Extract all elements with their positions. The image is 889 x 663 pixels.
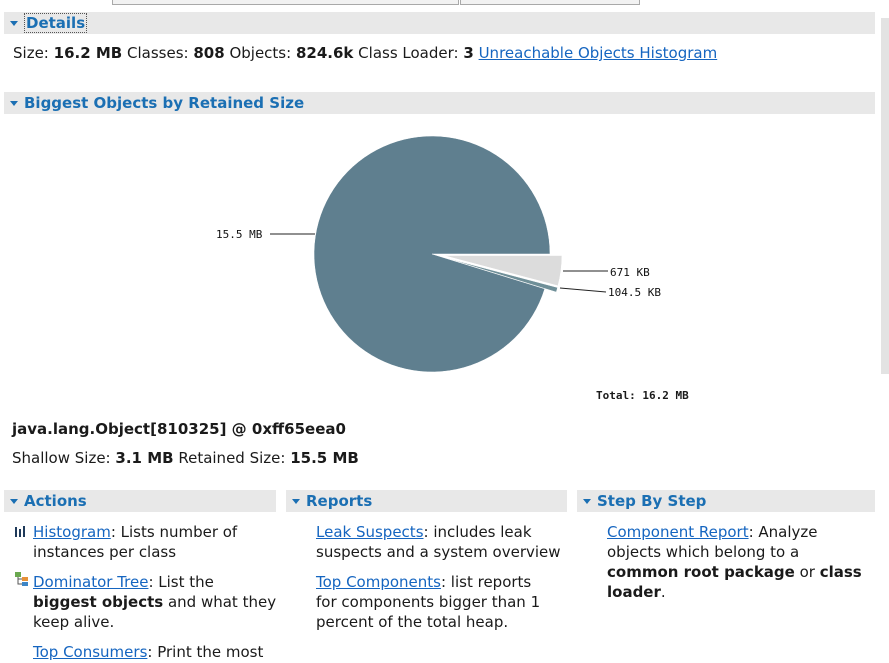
top-components-link[interactable]: Top Components — [316, 573, 441, 591]
dominator-tree-action: Dominator Tree: List the biggest objects… — [33, 573, 277, 631]
pie-slice[interactable] — [313, 135, 551, 373]
leak-suspects-action: Leak Suspects: includes leak suspects an… — [316, 523, 561, 561]
object-name[interactable]: java.lang.Object[810325] @ 0xff65eea0 — [12, 420, 346, 438]
reports-section-header[interactable]: Reports — [286, 490, 567, 512]
collapse-icon[interactable] — [292, 498, 300, 504]
pie-label-15-5mb: 15.5 MB — [216, 228, 263, 241]
top-components-action: Top Components: list reports for compone… — [316, 573, 541, 631]
dominator-tree-link[interactable]: Dominator Tree — [33, 573, 148, 591]
retained-size-pie-chart: 15.5 MB 671 KB 104.5 KB — [216, 135, 661, 373]
step-by-step-title[interactable]: Step By Step — [597, 492, 706, 510]
reports-title[interactable]: Reports — [306, 492, 372, 510]
histogram-icon — [15, 526, 25, 537]
top-consumers-action: Top Consumers: Print the most — [33, 643, 264, 661]
dominator-tree-icon — [15, 572, 28, 586]
step-by-step-section-header[interactable]: Step By Step — [577, 490, 875, 512]
pie-total-label: Total: 16.2 MB — [596, 389, 689, 402]
object-sizes: Shallow Size: 3.1 MB Retained Size: 15.5… — [12, 449, 359, 467]
histogram-action: Histogram: Lists number of instances per… — [33, 523, 238, 561]
histogram-link[interactable]: Histogram — [33, 523, 111, 541]
actions-title[interactable]: Actions — [24, 492, 87, 510]
pie-label-671kb: 671 KB — [610, 266, 650, 279]
actions-section-header[interactable]: Actions — [4, 490, 276, 512]
pie-leader-line — [559, 287, 607, 293]
component-report-action: Component Report: Analyze objects which … — [607, 523, 862, 601]
component-report-link[interactable]: Component Report — [607, 523, 749, 541]
leak-suspects-link[interactable]: Leak Suspects — [316, 523, 424, 541]
collapse-icon[interactable] — [10, 498, 18, 504]
top-consumers-link[interactable]: Top Consumers — [33, 643, 147, 661]
pie-label-104-5kb: 104.5 KB — [608, 286, 661, 299]
collapse-icon[interactable] — [583, 498, 591, 504]
